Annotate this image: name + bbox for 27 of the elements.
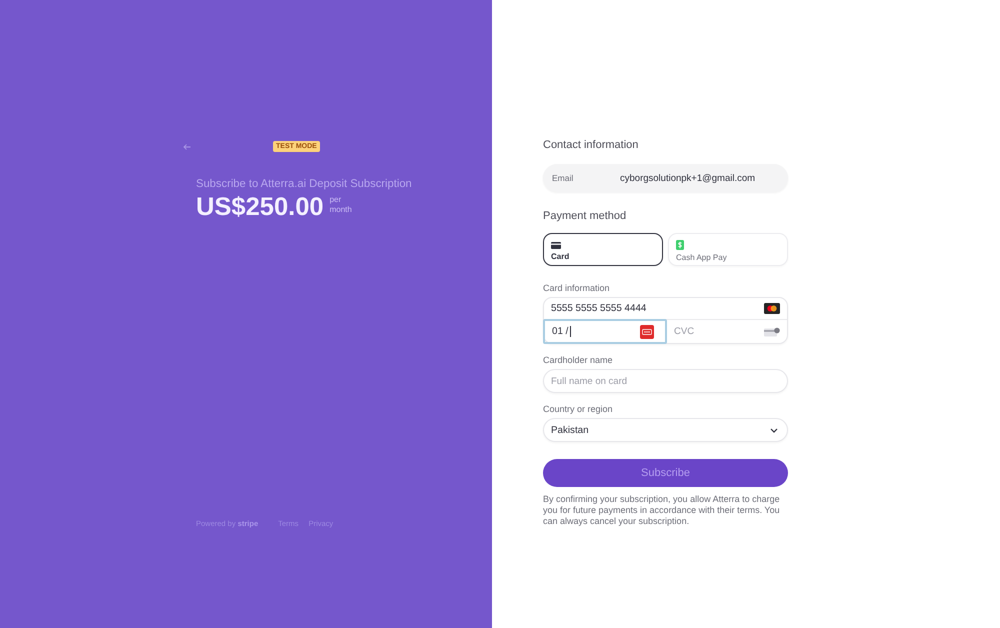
cvc-field[interactable]: CVC [667, 321, 760, 342]
billing-period: per month [330, 195, 353, 215]
section-heading: Payment method [543, 209, 628, 223]
section-heading: Contact information [543, 138, 640, 152]
price: US$250.00 [196, 193, 324, 221]
payment-method-tab[interactable]: Card [543, 233, 663, 266]
back-arrow-icon[interactable] [183, 144, 191, 150]
cvc-card-icon [764, 326, 780, 336]
field-label: Country or region [543, 403, 614, 415]
expiry-field[interactable]: 01 / [543, 319, 667, 344]
card-icon [551, 242, 561, 249]
dollar-icon [676, 240, 684, 250]
email-value: cyborgsolutionpk+1@gmail.com [620, 172, 756, 184]
cardholder-name-field[interactable]: Full name on card [543, 369, 788, 393]
chevron-down-icon [770, 428, 778, 432]
email-field[interactable]: Email cyborgsolutionpk+1@gmail.com [543, 164, 788, 192]
card-number-field[interactable]: 5555 5555 5555 4444 [544, 298, 787, 320]
card-brand-icon [764, 303, 780, 314]
field-label: Cardholder name [543, 354, 614, 366]
email-label: Email [552, 173, 574, 183]
disclaimer-text: By confirming your subscription, you allow Atterra to charge you for future payments in accordance with their terms. You can always cancel your subscription. [543, 494, 781, 527]
payment-method-tab[interactable]: Cash App Pay [668, 233, 788, 266]
card-icon [640, 324, 654, 338]
text-cursor-icon [570, 326, 572, 337]
field-label: Card information [543, 282, 611, 294]
product-title: Subscribe to Atterra.ai Deposit Subscription [196, 177, 413, 191]
country-select[interactable]: Pakistan [543, 418, 788, 442]
